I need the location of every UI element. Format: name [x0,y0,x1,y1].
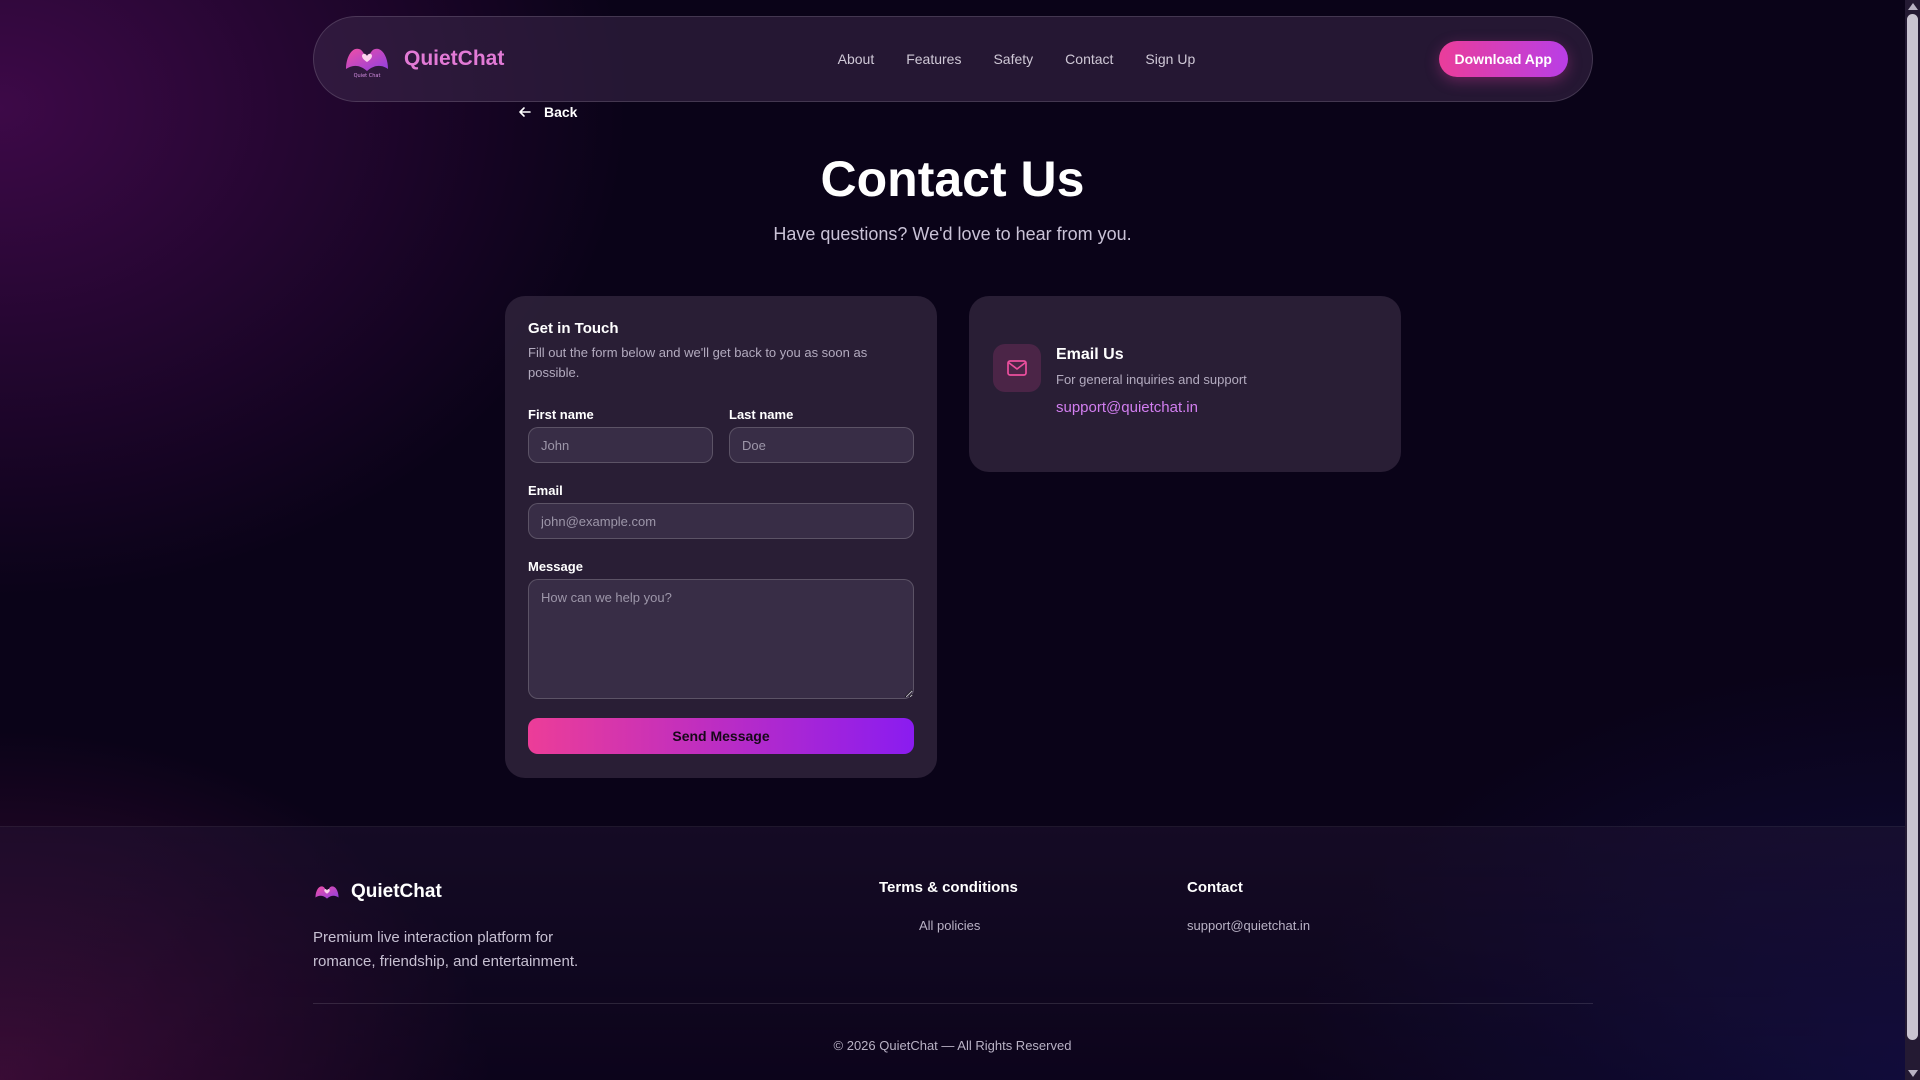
email-info-text: Email Us For general inquiries and suppo… [1056,346,1247,416]
contact-heading: Contact [1187,879,1243,896]
nav-links: About Features Safety Contact Sign Up [838,51,1196,67]
back-label: Back [544,104,578,120]
nav-link-safety[interactable]: Safety [993,51,1033,67]
send-message-button[interactable]: Send Message [528,718,914,754]
download-app-button[interactable]: Download App [1438,41,1568,77]
brand-name: QuietChat [404,47,505,70]
email-group: Email [528,483,914,539]
first-name-label: First name [528,407,594,422]
footer-divider [313,1003,1593,1004]
nav-link-features[interactable]: Features [906,51,961,67]
last-name-label: Last name [729,407,794,422]
copyright: © 2026 QuietChat — All Rights Reserved [833,1038,1072,1053]
mail-icon [1007,360,1027,376]
email-us-title: Email Us [1056,346,1124,363]
page-title: Contact Us [820,151,1085,207]
terms-heading: Terms & conditions [879,879,1018,896]
email-input[interactable] [528,503,914,539]
email-info-card: Email Us For general inquiries and suppo… [969,296,1401,472]
message-group: Message [528,559,914,704]
footer-contact-email-link[interactable]: support@quietchat.in [1187,918,1310,933]
all-policies-link[interactable]: All policies [919,918,980,933]
first-name-group: First name [528,407,713,463]
support-email-link[interactable]: support@quietchat.in [1056,399,1247,416]
last-name-group: Last name [729,407,914,463]
message-textarea[interactable] [528,579,914,699]
scroll-up-arrow-icon[interactable] [1908,3,1918,10]
name-row: First name Last name [528,407,914,463]
footer-tagline: Premium live interaction platform for ro… [313,929,579,970]
quietchat-logo-small [315,886,339,899]
page-subtitle: Have questions? We'd love to hear from y… [773,224,1132,244]
scroll-down-arrow-icon[interactable] [1908,1070,1918,1077]
mail-icon-box [993,344,1041,392]
message-label: Message [528,559,583,574]
last-name-input[interactable] [729,427,914,463]
nav-link-about[interactable]: About [838,51,875,67]
nav-link-contact[interactable]: Contact [1065,51,1113,67]
form-description: Fill out the form below and we'll get ba… [528,345,868,380]
email-label: Email [528,483,563,498]
contact-form-card: Get in Touch Fill out the form below and… [505,296,937,778]
scroll-thumb[interactable] [1907,14,1918,1040]
footer-brand[interactable]: QuietChat [313,881,442,903]
footer: QuietChat Premium live interaction platf… [0,826,1905,1080]
top-navbar: Quiet Chat QuietChat About Features Safe… [313,16,1593,102]
vertical-scrollbar[interactable] [1905,0,1920,1080]
arrow-left-icon [519,107,531,117]
email-us-description: For general inquiries and support [1056,372,1247,387]
brand[interactable]: Quiet Chat QuietChat [342,39,504,79]
quietchat-logo: Quiet Chat [346,48,388,79]
first-name-input[interactable] [528,427,713,463]
back-link[interactable]: Back [518,104,577,120]
svg-text:Quiet Chat: Quiet Chat [354,73,381,79]
nav-link-signup[interactable]: Sign Up [1145,51,1195,67]
footer-brand-name: QuietChat [351,881,442,902]
form-title: Get in Touch [528,320,619,337]
